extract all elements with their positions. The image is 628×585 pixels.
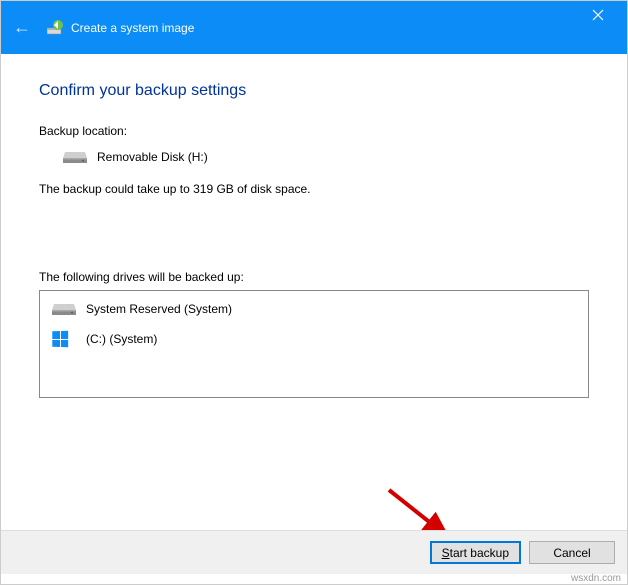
close-button[interactable] xyxy=(575,1,621,29)
backup-location-value: Removable Disk (H:) xyxy=(97,150,208,164)
start-backup-button[interactable]: Start backup xyxy=(430,541,521,564)
hdd-icon xyxy=(52,301,76,317)
back-arrow-icon: ← xyxy=(13,17,31,38)
drive-name: System Reserved (System) xyxy=(86,302,232,316)
backup-size-note: The backup could take up to 319 GB of di… xyxy=(39,182,589,196)
drive-name: (C:) (System) xyxy=(86,332,157,346)
window-title: Create a system image xyxy=(71,21,194,35)
titlebar: ← Create a system image xyxy=(1,1,627,54)
cancel-button[interactable]: Cancel xyxy=(529,541,615,564)
list-item: System Reserved (System) xyxy=(52,301,576,317)
backup-location-row: Removable Disk (H:) xyxy=(63,150,589,164)
app-icon xyxy=(47,20,65,36)
backup-location-label: Backup location: xyxy=(39,124,589,138)
removable-disk-icon xyxy=(63,150,87,164)
watermark: wsxdn.com xyxy=(571,573,621,584)
drives-list-label: The following drives will be backed up: xyxy=(39,270,589,284)
content-area: Confirm your backup settings Backup loca… xyxy=(1,54,627,398)
drives-list: System Reserved (System) (C:) (System) xyxy=(39,290,589,398)
windows-icon xyxy=(52,331,76,347)
footer-bar: Start backup Cancel xyxy=(1,530,627,574)
list-item: (C:) (System) xyxy=(52,331,576,347)
page-title: Confirm your backup settings xyxy=(39,82,589,100)
